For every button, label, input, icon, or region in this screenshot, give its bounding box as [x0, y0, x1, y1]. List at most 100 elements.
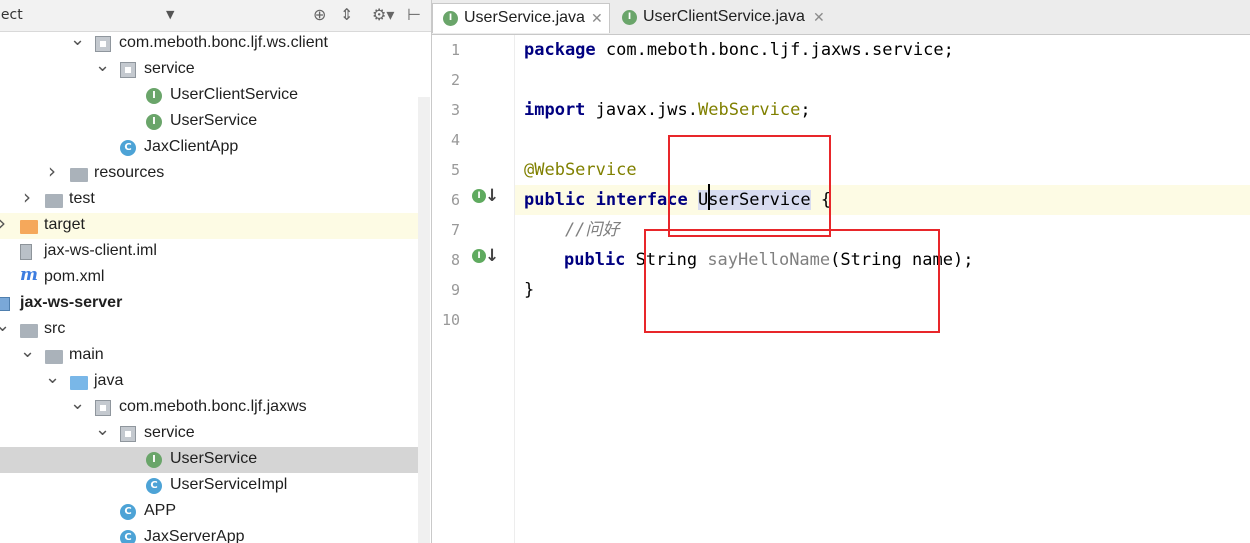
package-icon — [120, 426, 136, 442]
line-number: 5 — [450, 161, 460, 179]
chevron-right-icon[interactable]: › — [20, 185, 34, 209]
folder-icon — [45, 350, 63, 364]
project-panel-title[interactable]: ject — [0, 7, 23, 23]
chevron-down-icon[interactable]: ⌄ — [0, 315, 10, 336]
tree-item[interactable]: ⌄ main — [0, 341, 430, 369]
tree-item[interactable]: › resources — [0, 159, 430, 187]
module-icon — [0, 297, 10, 311]
line-number: 9 — [450, 281, 460, 299]
tab-userclientservice-java[interactable]: I UserClientService.java ✕ — [612, 3, 832, 33]
iml-file-icon — [20, 244, 32, 260]
implemented-gutter-icon[interactable]: I ↓ — [472, 186, 499, 207]
package-icon — [95, 400, 111, 416]
tree-item[interactable]: m pom.xml — [0, 265, 430, 291]
tree-item-label: UserService — [170, 450, 258, 467]
tree-item-label: APP — [144, 502, 177, 519]
project-panel: ject ▼ ⊕ ⇕ ⚙▾ ⊢ ⌄ com.meboth.bonc.ljf.ws.… — [0, 0, 432, 543]
project-panel-toolbar: ject ▼ ⊕ ⇕ ⚙▾ ⊢ — [0, 0, 431, 32]
tab-userservice-java[interactable]: I UserService.java ✕ — [432, 3, 610, 33]
tab-label: UserClientService.java — [643, 8, 805, 25]
class-icon: C — [146, 478, 162, 494]
close-icon[interactable]: ✕ — [591, 11, 603, 27]
implemented-gutter-icon[interactable]: I ↓ — [472, 246, 499, 267]
line-number: 3 — [450, 101, 460, 119]
annotation-box — [668, 135, 831, 237]
line-number: 6 — [450, 191, 460, 209]
line-number: 8 — [450, 251, 460, 269]
excluded-folder-icon — [20, 220, 38, 234]
chevron-down-icon[interactable]: ⌄ — [20, 341, 35, 362]
chevron-down-icon[interactable]: ⌄ — [95, 419, 110, 440]
tree-item-label: pom.xml — [44, 268, 105, 285]
tree-item-label: test — [69, 190, 95, 207]
tree-item-label: com.meboth.bonc.ljf.ws.client — [119, 34, 328, 51]
editor-tab-bar: I UserService.java ✕ I UserClientService… — [432, 0, 1250, 35]
editor-gutter: 1 2 3 4 5 6 7 8 9 10 I ↓ I ↓ — [432, 35, 515, 543]
annotation-box — [644, 229, 940, 333]
gear-icon[interactable]: ⚙▾ — [372, 5, 394, 24]
tree-item-label: src — [44, 320, 66, 337]
code-line-6: public interface UserService { — [515, 185, 1250, 215]
interface-icon: I — [443, 11, 458, 26]
interface-icon: I — [146, 452, 162, 468]
code-line-5: @WebService — [524, 160, 637, 180]
tree-item[interactable]: ⌄ service — [0, 419, 430, 447]
tree-item-label: service — [144, 60, 195, 77]
tree-item-label: JaxClientApp — [144, 138, 239, 155]
tree-item-label: JaxServerApp — [144, 528, 245, 543]
tree-item[interactable]: C APP — [0, 499, 430, 525]
tree-item[interactable]: ⌄ java — [0, 367, 430, 395]
tree-item-label: jax-ws-server — [20, 294, 123, 311]
tree-item[interactable]: I UserClientService — [0, 83, 430, 109]
tree-item[interactable]: jax-ws-client.iml — [0, 239, 430, 265]
close-icon[interactable]: ✕ — [813, 10, 825, 26]
tree-item-label: java — [94, 372, 124, 389]
tree-item[interactable]: ⌄ src — [0, 315, 430, 343]
tree-item-label: UserClientService — [170, 86, 299, 103]
tree-item[interactable]: ⌄ com.meboth.bonc.ljf.ws.client — [0, 29, 430, 57]
class-icon: C — [120, 530, 136, 543]
interface-icon: I — [622, 10, 637, 25]
line-number: 1 — [450, 41, 460, 59]
tree-item[interactable]: › test — [0, 185, 430, 213]
tree-item[interactable]: C UserServiceImpl — [0, 473, 430, 499]
package-icon — [95, 36, 111, 52]
line-number: 4 — [450, 131, 460, 149]
folder-icon — [20, 324, 38, 338]
chevron-right-icon[interactable]: › — [45, 159, 59, 183]
tab-label: UserService.java — [464, 9, 585, 26]
chevron-down-icon[interactable]: ▼ — [166, 8, 174, 21]
tree-item-label: main — [69, 346, 104, 363]
interface-icon: I — [146, 88, 162, 104]
package-icon — [120, 62, 136, 78]
tree-item[interactable]: I UserService — [0, 109, 430, 135]
tree-item-label: com.meboth.bonc.ljf.jaxws — [119, 398, 307, 415]
chevron-right-icon[interactable]: › — [0, 211, 9, 235]
tree-item-label: target — [44, 216, 85, 233]
tree-item[interactable]: C JaxClientApp — [0, 135, 430, 161]
chevron-down-icon[interactable]: ⌄ — [70, 29, 85, 50]
chevron-down-icon[interactable]: ⌄ — [95, 55, 110, 76]
tree-item-label: jax-ws-client.iml — [44, 242, 157, 259]
tree-item-label: service — [144, 424, 195, 441]
class-icon: C — [120, 140, 136, 156]
line-number: 10 — [441, 311, 460, 329]
hide-panel-icon[interactable]: ⊢ — [407, 5, 421, 24]
tree-item[interactable]: › target — [0, 211, 430, 239]
chevron-down-icon[interactable]: ⌄ — [45, 367, 60, 388]
tree-item[interactable]: I UserService — [0, 447, 430, 473]
interface-icon: I — [146, 114, 162, 130]
tree-item[interactable]: ⌄ service — [0, 55, 430, 83]
tree-item[interactable]: jax-ws-server — [0, 291, 430, 317]
tree-item-label: resources — [94, 164, 165, 181]
collapse-icon[interactable]: ⇕ — [340, 5, 353, 24]
project-panel-scrollbar[interactable] — [418, 97, 430, 543]
tree-item-label: UserServiceImpl — [170, 476, 288, 493]
tree-item[interactable]: C JaxServerApp — [0, 525, 430, 543]
source-folder-icon — [70, 376, 88, 390]
chevron-down-icon[interactable]: ⌄ — [70, 393, 85, 414]
line-number: 7 — [450, 221, 460, 239]
crosshair-icon[interactable]: ⊕ — [313, 5, 326, 24]
tree-item[interactable]: ⌄ com.meboth.bonc.ljf.jaxws — [0, 393, 430, 421]
maven-icon: m — [20, 265, 38, 285]
